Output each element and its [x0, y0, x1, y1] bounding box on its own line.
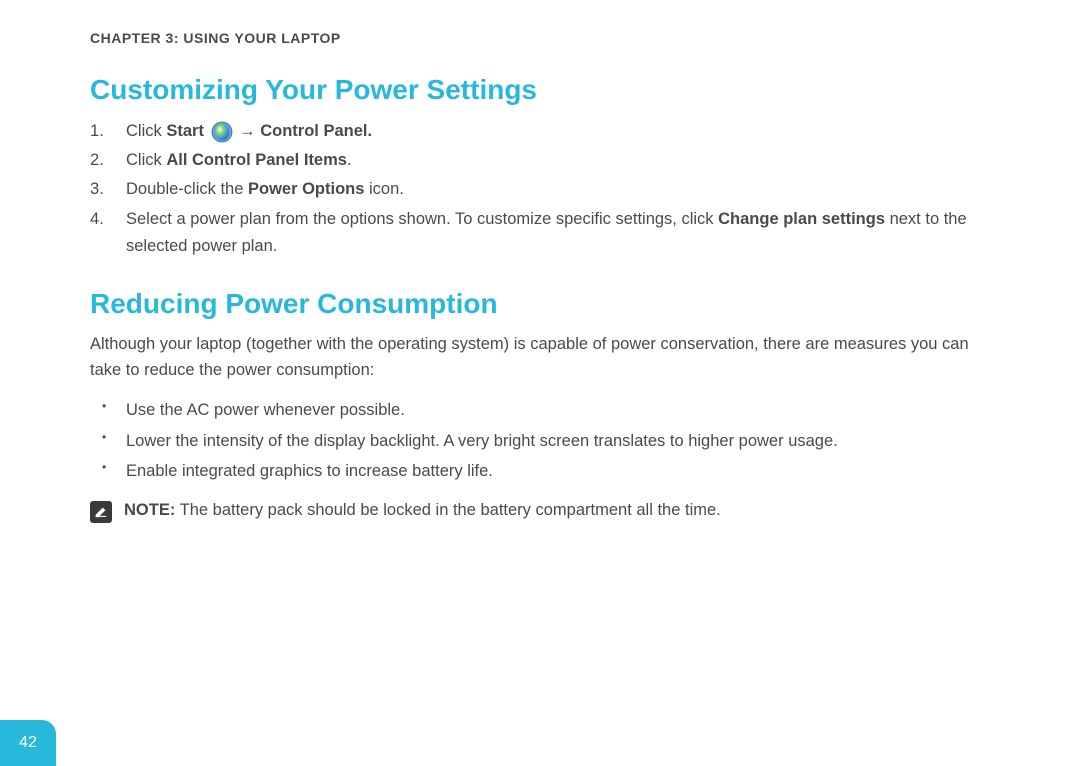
bullet-1: Use the AC power whenever possible.: [90, 397, 990, 423]
bullet-2: Lower the intensity of the display backl…: [90, 428, 990, 454]
section-title-reducing: Reducing Power Consumption: [90, 288, 990, 320]
note-label: NOTE:: [124, 501, 175, 519]
section-title-customizing: Customizing Your Power Settings: [90, 74, 990, 106]
step-1-prefix: Click: [126, 122, 166, 140]
page-number-tab: 42: [0, 720, 56, 766]
step-4-prefix: Select a power plan from the options sho…: [126, 210, 718, 228]
bullet-3: Enable integrated graphics to increase b…: [90, 458, 990, 484]
step-1: Click Start → Control Panel.: [90, 118, 990, 145]
step-3: Double-click the Power Options icon.: [90, 176, 990, 203]
note-icon: [90, 501, 112, 523]
note-text-container: NOTE: The battery pack should be locked …: [124, 498, 721, 524]
chapter-header: CHAPTER 3: USING YOUR LAPTOP: [90, 30, 990, 46]
step-2-suffix: .: [347, 151, 352, 169]
page-number: 42: [19, 734, 37, 752]
step-4-bold: Change plan settings: [718, 210, 885, 228]
step-4: Select a power plan from the options sho…: [90, 206, 990, 260]
step-1-control-panel: Control Panel.: [260, 122, 372, 140]
step-2: Click All Control Panel Items.: [90, 147, 990, 174]
steps-list: Click Start → Control Panel.: [90, 118, 990, 260]
document-page: CHAPTER 3: USING YOUR LAPTOP Customizing…: [0, 0, 1080, 524]
step-3-suffix: icon.: [364, 180, 403, 198]
note-row: NOTE: The battery pack should be locked …: [90, 498, 990, 524]
section2-intro: Although your laptop (together with the …: [90, 332, 990, 383]
step-1-arrow: →: [235, 122, 261, 140]
step-3-prefix: Double-click the: [126, 180, 248, 198]
bullet-list: Use the AC power whenever possible. Lowe…: [90, 397, 990, 484]
step-2-bold: All Control Panel Items: [166, 151, 347, 169]
step-1-start: Start: [166, 122, 204, 140]
step-2-prefix: Click: [126, 151, 166, 169]
step-3-bold: Power Options: [248, 180, 364, 198]
windows-start-icon: [211, 121, 233, 143]
note-text: The battery pack should be locked in the…: [175, 501, 720, 519]
